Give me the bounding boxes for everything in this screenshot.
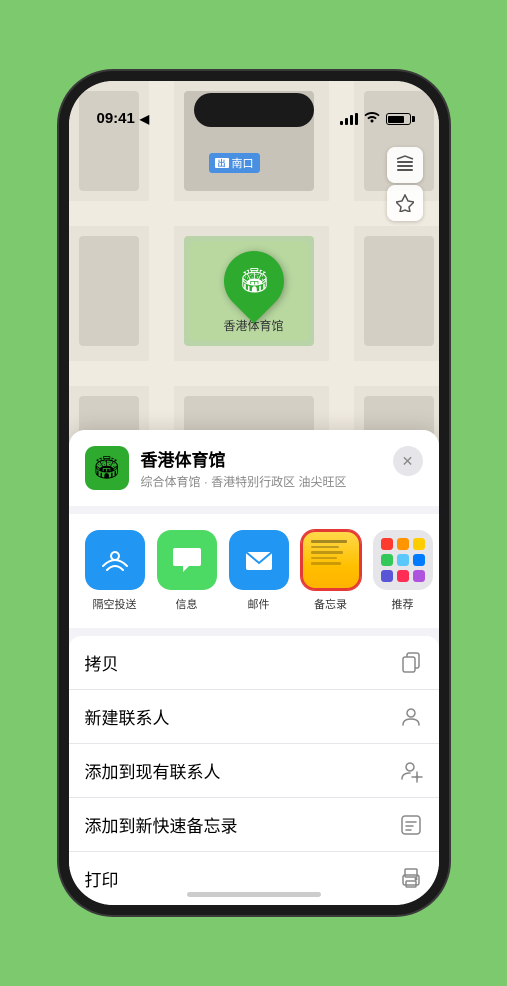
notes-line-5 bbox=[311, 562, 341, 565]
notes-label: 备忘录 bbox=[314, 596, 347, 612]
new-contact-label: 新建联系人 bbox=[85, 704, 170, 729]
battery-icon bbox=[386, 113, 411, 125]
mail-label: 邮件 bbox=[248, 596, 270, 612]
venue-logo: 🏟 bbox=[85, 446, 129, 490]
venue-info: 香港体育馆 综合体育馆 · 香港特别行政区 油尖旺区 bbox=[141, 446, 423, 490]
copy-icon bbox=[399, 651, 423, 675]
share-mail[interactable]: 邮件 bbox=[229, 530, 289, 612]
phone-frame: 09:41 ◀ bbox=[59, 71, 449, 915]
share-messages[interactable]: 信息 bbox=[157, 530, 217, 612]
venue-desc: 综合体育馆 · 香港特别行政区 油尖旺区 bbox=[141, 473, 423, 490]
venue-header: 🏟 香港体育馆 综合体育馆 · 香港特别行政区 油尖旺区 ✕ bbox=[69, 430, 439, 506]
messages-icon bbox=[157, 530, 217, 590]
quick-note-icon bbox=[399, 813, 423, 837]
venue-name: 香港体育馆 bbox=[141, 446, 423, 471]
home-indicator bbox=[187, 892, 321, 897]
messages-label: 信息 bbox=[176, 596, 198, 612]
map-controls bbox=[387, 147, 423, 221]
action-add-quick-note[interactable]: 添加到新快速备忘录 bbox=[69, 798, 439, 852]
status-time: 09:41 ◀ bbox=[97, 110, 150, 127]
action-list: 拷贝 新建联系人 添加到现有联系人 bbox=[69, 636, 439, 905]
more-label: 推荐 bbox=[392, 596, 414, 612]
status-icons bbox=[340, 111, 411, 127]
map-label: 出 南口 bbox=[209, 153, 260, 173]
mail-icon bbox=[229, 530, 289, 590]
time-display: 09:41 bbox=[97, 110, 135, 127]
dynamic-island bbox=[194, 93, 314, 127]
share-more[interactable]: 推荐 bbox=[373, 530, 433, 612]
exit-icon: 出 bbox=[215, 158, 229, 168]
print-label: 打印 bbox=[85, 866, 119, 891]
share-notes[interactable]: 备忘录 bbox=[301, 530, 361, 612]
add-quick-note-label: 添加到新快速备忘录 bbox=[85, 812, 238, 837]
location-pin: 🏟 香港体育馆 bbox=[223, 251, 283, 334]
wifi-icon bbox=[364, 111, 380, 127]
share-row: 隔空投送 信息 邮件 bbox=[69, 514, 439, 628]
print-icon bbox=[399, 867, 423, 891]
location-arrow-icon: ◀ bbox=[140, 112, 149, 126]
notes-line-2 bbox=[311, 546, 339, 549]
airdrop-label: 隔空投送 bbox=[93, 596, 137, 612]
map-label-text: 南口 bbox=[232, 155, 254, 171]
add-existing-icon bbox=[399, 759, 423, 783]
dots-grid bbox=[381, 538, 425, 582]
add-existing-label: 添加到现有联系人 bbox=[85, 758, 221, 783]
close-icon: ✕ bbox=[402, 453, 414, 470]
notes-line-3 bbox=[311, 551, 343, 554]
stadium-icon: 🏟 bbox=[238, 267, 268, 296]
location-button[interactable] bbox=[387, 185, 423, 221]
action-print[interactable]: 打印 bbox=[69, 852, 439, 905]
signal-icon bbox=[340, 113, 358, 125]
venue-icon: 🏟 bbox=[93, 455, 121, 481]
notes-line-4 bbox=[311, 557, 337, 560]
action-add-existing[interactable]: 添加到现有联系人 bbox=[69, 744, 439, 798]
action-copy[interactable]: 拷贝 bbox=[69, 636, 439, 690]
notes-line-1 bbox=[311, 540, 347, 543]
share-airdrop[interactable]: 隔空投送 bbox=[85, 530, 145, 612]
close-button[interactable]: ✕ bbox=[393, 446, 423, 476]
map-layers-button[interactable] bbox=[387, 147, 423, 183]
bottom-sheet: 🏟 香港体育馆 综合体育馆 · 香港特别行政区 油尖旺区 ✕ bbox=[69, 430, 439, 905]
new-contact-icon bbox=[399, 705, 423, 729]
copy-label: 拷贝 bbox=[85, 650, 119, 675]
notes-icon bbox=[301, 530, 361, 590]
pin-circle: 🏟 bbox=[211, 239, 296, 324]
action-new-contact[interactable]: 新建联系人 bbox=[69, 690, 439, 744]
more-icon bbox=[373, 530, 433, 590]
airdrop-icon bbox=[85, 530, 145, 590]
